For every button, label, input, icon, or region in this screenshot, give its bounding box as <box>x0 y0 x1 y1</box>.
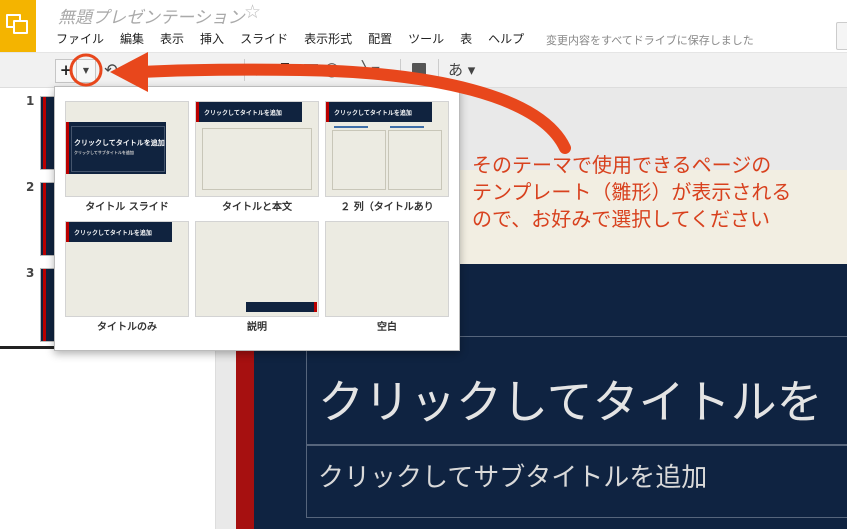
layout-label: タイトル スライド <box>85 202 169 213</box>
layout-thumb-subtitle: クリックしてサブタイトルを追加 <box>74 150 134 155</box>
input-tools-button[interactable]: あ ▾ <box>448 59 484 81</box>
filmstrip-selection-bar <box>0 346 56 349</box>
layout-thumb-title: クリックしてタイトルを追加 <box>334 110 412 117</box>
select-cursor-icon[interactable]: ▶ <box>254 59 270 81</box>
line-icon[interactable]: ╲▾ <box>362 59 390 81</box>
slide-number: 1 <box>26 94 35 108</box>
menu-view[interactable]: 表示 <box>152 31 192 47</box>
layout-label: 説明 <box>247 322 267 333</box>
save-status: 変更内容をすべてドライブに保存しました <box>546 34 754 47</box>
slide-title-placeholder[interactable]: クリックしてタイトルを <box>318 366 823 432</box>
textbox-icon[interactable]: T <box>276 59 294 81</box>
layout-label: 空白 <box>377 322 397 333</box>
menu-file[interactable]: ファイル <box>48 31 112 47</box>
image-icon[interactable] <box>302 59 318 81</box>
toolbar-divider <box>400 59 401 81</box>
shape-icon[interactable]: ◯▾ <box>324 59 352 81</box>
layout-thumb-title: クリックしてタイトルを追加 <box>204 110 282 117</box>
menu-table[interactable]: 表 <box>452 31 480 47</box>
layout-title-slide[interactable]: クリックしてタイトルを追加 クリックしてサブタイトルを追加 <box>65 101 189 197</box>
layout-label: タイトルと本文 <box>222 202 292 213</box>
menu-format[interactable]: 表示形式 <box>296 31 360 47</box>
menu-insert[interactable]: 挿入 <box>192 31 232 47</box>
layout-title-only[interactable]: クリックしてタイトルを追加 <box>65 221 189 317</box>
layout-label: ２ 列（タイトルあり <box>340 202 434 213</box>
menu-arrange[interactable]: 配置 <box>360 31 400 47</box>
menu-slide[interactable]: スライド <box>232 31 296 47</box>
toolbar-divider <box>244 59 245 81</box>
comment-icon[interactable] <box>410 59 430 81</box>
new-slide-dropdown-icon[interactable]: ▼ <box>76 59 96 83</box>
new-slide-button[interactable]: + <box>55 59 77 83</box>
slide-subtitle-placeholder[interactable]: クリックしてサブタイトルを追加 <box>318 457 707 494</box>
layout-label: タイトルのみ <box>97 322 157 333</box>
menu-edit[interactable]: 編集 <box>112 31 152 47</box>
menu-tools[interactable]: ツール <box>400 31 452 47</box>
slides-logo-icon[interactable] <box>0 0 36 52</box>
layout-title-and-body[interactable]: クリックしてタイトルを追加 <box>195 101 319 197</box>
star-icon[interactable]: ☆ <box>244 1 261 23</box>
menu-bar: ファイル 編集 表示 挿入 スライド 表示形式 配置 ツール 表 ヘルプ <box>48 31 532 47</box>
undo-icon[interactable]: ↶ <box>100 59 122 81</box>
layout-two-columns[interactable]: クリックしてタイトルを追加 <box>325 101 449 197</box>
annotation-line: そのテーマで使用できるページの <box>472 153 772 177</box>
menu-help[interactable]: ヘルプ <box>480 31 532 47</box>
layout-thumb-title: クリックしてタイトルを追加 <box>74 230 152 237</box>
slide-number: 2 <box>26 180 35 194</box>
annotation-line: ので、お好みで選択してください <box>472 207 770 231</box>
annotation-line: テンプレート（雛形）が表示される <box>472 180 792 204</box>
layout-blank[interactable] <box>325 221 449 317</box>
layout-thumb-title: クリックしてタイトルを追加 <box>74 139 165 147</box>
layout-menu: クリックしてタイトルを追加 クリックしてサブタイトルを追加 タイトル スライド … <box>54 86 460 351</box>
annotation-text: そのテーマで使用できるページの テンプレート（雛形）が表示される ので、お好みで… <box>472 152 791 233</box>
document-title[interactable]: 無題プレゼンテーション <box>58 3 245 28</box>
share-button[interactable] <box>836 22 847 50</box>
slide-number: 3 <box>26 266 35 280</box>
layout-caption[interactable] <box>195 221 319 317</box>
toolbar-divider <box>438 59 439 81</box>
